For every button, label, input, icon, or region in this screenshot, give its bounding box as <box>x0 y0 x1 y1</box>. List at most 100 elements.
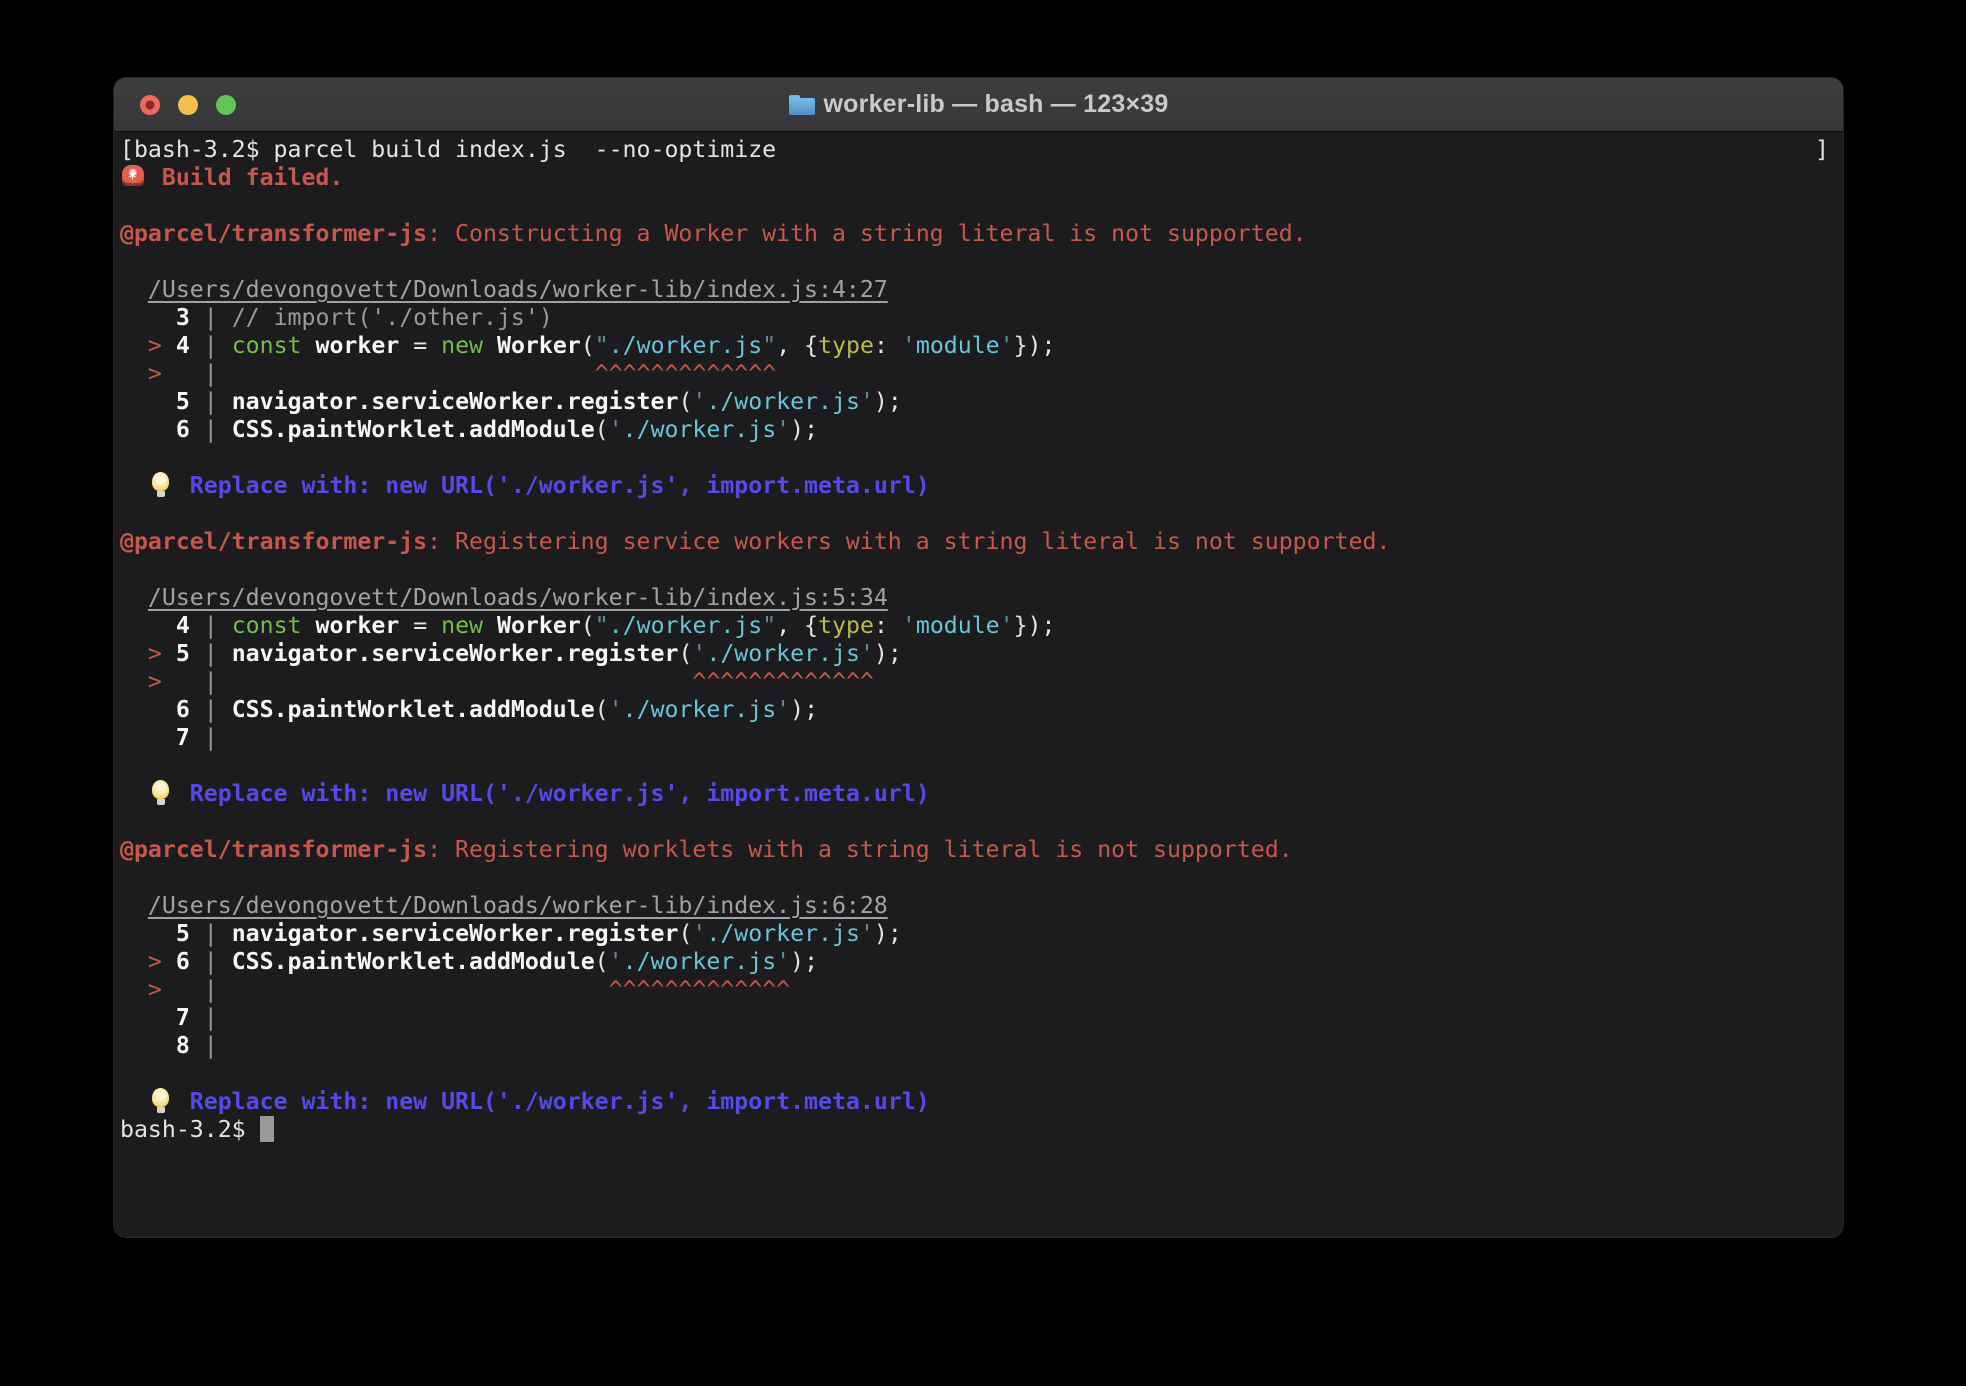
error-header: @parcel/transformer-js: Constructing a W… <box>120 220 1837 248</box>
text-span: | <box>190 724 218 751</box>
text-span: CSS.paintWorklet.addModule <box>232 696 595 723</box>
code-line: 4 | const worker = new Worker("./worker.… <box>120 612 1837 640</box>
text-span: : Registering worklets with a string lit… <box>427 836 1293 863</box>
window-title: worker-lib — bash — 123×39 <box>789 90 1169 119</box>
text-span: | <box>190 920 232 947</box>
blank-line <box>120 1060 1837 1088</box>
text-span: ); <box>874 920 902 947</box>
text-span: /Users/devongovett/Downloads/worker-lib/… <box>148 892 888 919</box>
text-span: Build failed. <box>162 164 343 191</box>
text-span: | <box>190 304 232 331</box>
text-span: 5 <box>176 388 190 415</box>
text-span: | <box>204 668 232 695</box>
text-span: @parcel/transformer-js <box>120 220 427 247</box>
text-span: 6 <box>176 416 190 443</box>
text-span: Worker <box>497 332 581 359</box>
text-span: ./worker.js <box>609 332 763 359</box>
text-span: type <box>818 332 874 359</box>
text-span: ( <box>595 948 609 975</box>
text-span: | <box>204 360 232 387</box>
blank-line <box>120 808 1837 836</box>
text-span: ' <box>860 388 874 415</box>
error-header: @parcel/transformer-js: Registering serv… <box>120 528 1837 556</box>
blank-line <box>120 192 1837 220</box>
text-span: ' <box>609 948 623 975</box>
code-line-highlighted: > 4 | const worker = new Worker("./worke… <box>120 332 1837 360</box>
text-span: " <box>595 612 609 639</box>
text-span: @parcel/transformer-js <box>120 836 427 863</box>
window-titlebar[interactable]: worker-lib — bash — 123×39 <box>114 78 1843 132</box>
text-span <box>120 388 176 415</box>
text-span: > <box>148 976 162 1003</box>
text-span: ./worker.js <box>609 612 763 639</box>
text-span: [bash-3.2$ parcel build index.js --no-op… <box>120 136 776 163</box>
text-span: ' <box>1000 612 1014 639</box>
text-span: : <box>874 332 902 359</box>
text-span <box>120 640 148 667</box>
traffic-lights <box>140 78 236 132</box>
folder-icon <box>789 95 815 115</box>
text-span: navigator.serviceWorker.register <box>232 388 679 415</box>
text-span <box>120 920 176 947</box>
text-span: | <box>190 640 232 667</box>
text-span <box>120 976 148 1003</box>
text-span: const <box>232 332 302 359</box>
text-span: ./worker.js <box>706 920 860 947</box>
blank-line <box>120 556 1837 584</box>
desktop-background: worker-lib — bash — 123×39 [bash-3.2$ pa… <box>0 0 1966 1386</box>
text-span <box>120 948 148 975</box>
file-path-line: /Users/devongovett/Downloads/worker-lib/… <box>120 584 1837 612</box>
terminal-window: worker-lib — bash — 123×39 [bash-3.2$ pa… <box>114 78 1843 1237</box>
text-span: ' <box>902 332 916 359</box>
text-span: CSS.paintWorklet.addModule <box>232 416 595 443</box>
text-span: ( <box>581 612 595 639</box>
text-span: ' <box>902 612 916 639</box>
text-span: ' <box>776 416 790 443</box>
text-span <box>120 892 148 919</box>
text-span: ./worker.js <box>706 640 860 667</box>
text-span: ' <box>692 640 706 667</box>
text-span: > <box>148 360 162 387</box>
minimize-button[interactable] <box>178 95 198 115</box>
code-line-highlighted: > 5 | navigator.serviceWorker.register('… <box>120 640 1837 668</box>
text-span <box>162 668 204 695</box>
text-span <box>162 360 204 387</box>
text-span: 4 <box>176 612 190 639</box>
prompt-line: bash-3.2$ <box>120 1116 1837 1144</box>
text-span: | <box>190 1032 218 1059</box>
text-span: ( <box>581 332 595 359</box>
text-span: worker <box>315 332 399 359</box>
text-span: ^^^^^^^^^^^^^ <box>595 360 776 387</box>
siren-icon <box>120 164 148 190</box>
text-span: 6 <box>176 696 190 723</box>
zoom-button[interactable] <box>216 95 236 115</box>
text-span: > <box>148 640 176 667</box>
text-span: 5 <box>176 920 190 947</box>
text-span <box>120 584 148 611</box>
text-span: | <box>190 612 232 639</box>
text-span: CSS.paintWorklet.addModule <box>232 948 595 975</box>
text-span: ^^^^^^^^^^^^^ <box>692 668 873 695</box>
text-span: : Registering service workers with a str… <box>427 528 1390 555</box>
text-span: ( <box>595 696 609 723</box>
terminal-cursor <box>260 1116 274 1142</box>
file-path-line: /Users/devongovett/Downloads/worker-lib/… <box>120 892 1837 920</box>
text-span: , { <box>776 332 818 359</box>
terminal-screen[interactable]: [bash-3.2$ parcel build index.js --no-op… <box>114 132 1843 1236</box>
window-title-text: worker-lib — bash — 123×39 <box>824 90 1169 119</box>
text-span: 8 <box>176 1032 190 1059</box>
text-span <box>120 276 148 303</box>
text-span: | <box>190 696 232 723</box>
text-span: Replace with: new URL('./worker.js', imp… <box>190 1088 930 1115</box>
text-span: /Users/devongovett/Downloads/worker-lib/… <box>148 584 888 611</box>
text-span: type <box>818 612 874 639</box>
text-span: 7 <box>176 724 190 751</box>
caret-line: > | ^^^^^^^^^^^^^ <box>120 976 1837 1004</box>
text-span: ); <box>790 416 818 443</box>
close-button[interactable] <box>140 95 160 115</box>
text-span <box>120 416 176 443</box>
text-span: = <box>399 612 441 639</box>
blank-line <box>120 752 1837 780</box>
text-span: ( <box>678 388 692 415</box>
text-span <box>162 976 204 1003</box>
